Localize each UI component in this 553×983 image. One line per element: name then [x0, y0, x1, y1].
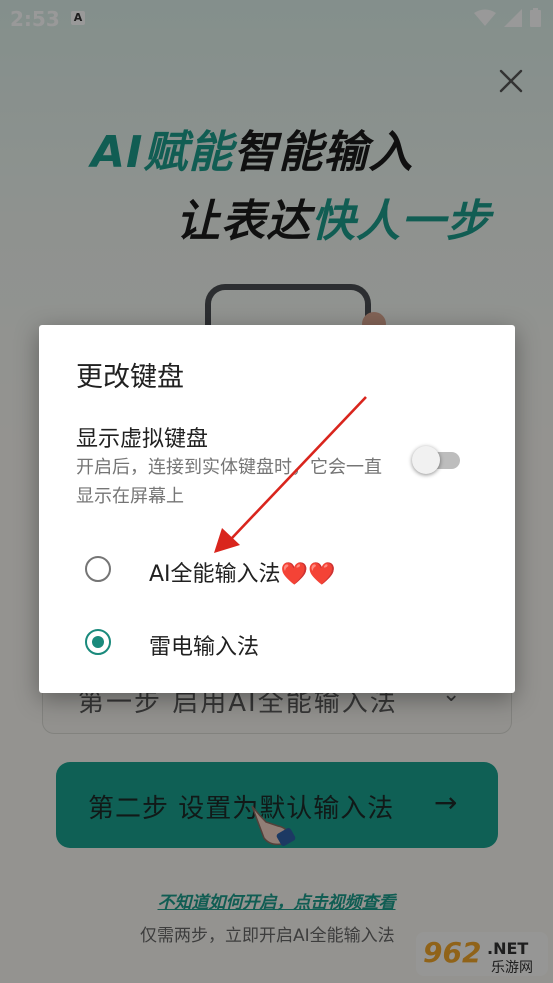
radio-dot — [92, 636, 104, 648]
virtual-keyboard-title: 显示虚拟键盘 — [76, 427, 209, 452]
virtual-keyboard-toggle[interactable] — [412, 442, 460, 474]
radio-checked-icon — [85, 629, 111, 655]
dialog-title: 更改键盘 — [76, 362, 184, 393]
keyboard-option-label: AI全能输入法❤️❤️ — [149, 556, 335, 588]
keyboard-option-leidian[interactable]: 雷电输入法 — [39, 612, 515, 676]
radio-unchecked-icon — [85, 556, 111, 582]
keyboard-option-leidian-label: 雷电输入法 — [149, 635, 260, 660]
change-keyboard-dialog: 更改键盘 显示虚拟键盘 开启后，连接到实体键盘时，它会一直显示在屏幕上 AI全能… — [39, 325, 515, 693]
keyboard-option-ai-label: AI全能输入法 — [149, 562, 281, 587]
keyboard-option-ai[interactable]: AI全能输入法❤️❤️ — [39, 539, 515, 603]
virtual-keyboard-description: 开启后，连接到实体键盘时，它会一直显示在屏幕上 — [76, 457, 382, 507]
toggle-thumb — [412, 446, 440, 474]
heart-emoji: ❤️❤️ — [280, 562, 336, 587]
